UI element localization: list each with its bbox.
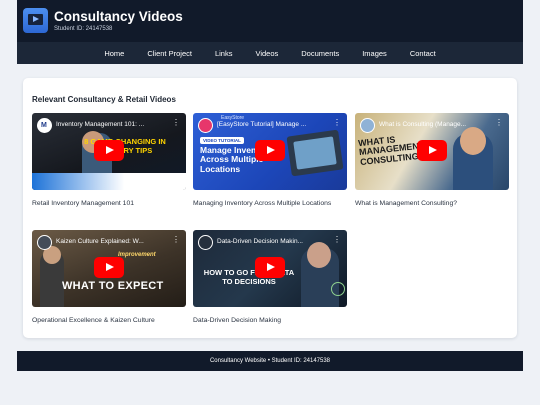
video-thumbnail[interactable]: What is Consulting (Manage... ⋮ WHAT IS …	[355, 113, 509, 190]
play-button-icon[interactable]	[255, 140, 285, 161]
play-button-icon[interactable]	[417, 140, 447, 161]
video-item: EasyStore [EasyStore Tutorial] Manage ..…	[193, 113, 347, 208]
video-caption: Data-Driven Decision Making	[193, 317, 282, 324]
video-thumbnail[interactable]: Data-Driven Decision Makin... ⋮ HOW TO G…	[193, 230, 347, 307]
site-title: Consultancy Videos	[54, 9, 183, 24]
channel-avatar	[360, 118, 375, 133]
video-thumbnail[interactable]: Kaizen Culture Explained: W... ⋮ Improve…	[32, 230, 186, 307]
thumbnail-overlay-subtext: Improvement	[118, 252, 156, 258]
video-caption: Operational Excellence & Kaizen Culture	[32, 317, 155, 324]
thumbnail-overlay-text: 8 GAME-CHANGING IN VENTORY TIPS	[84, 137, 166, 155]
play-button-icon[interactable]	[255, 257, 285, 278]
more-options-icon[interactable]: ⋮	[333, 119, 341, 127]
thumbnail-title: Inventory Management 101: ...	[56, 121, 145, 128]
more-options-icon[interactable]: ⋮	[172, 236, 180, 244]
site-footer: Consultancy Website • Student ID: 241475…	[17, 351, 523, 371]
channel-avatar	[37, 235, 52, 250]
site-header: Consultancy Videos Student ID: 24147538	[17, 0, 523, 42]
nav-videos[interactable]: Videos	[244, 49, 290, 58]
more-options-icon[interactable]: ⋮	[172, 119, 180, 127]
video-tutorial-badge: VIDEO TUTORIAL	[200, 137, 244, 144]
thumbnail-title: [EasyStore Tutorial] Manage ...	[217, 121, 307, 128]
video-item: M Inventory Management 101: ... ⋮ 8 GAME…	[32, 113, 186, 208]
nav-links[interactable]: Links	[203, 49, 244, 58]
video-caption: Managing Inventory Across Multiple Locat…	[193, 200, 332, 207]
video-caption: Retail Inventory Management 101	[32, 200, 135, 207]
video-item: Data-Driven Decision Makin... ⋮ HOW TO G…	[193, 230, 347, 325]
student-id: Student ID: 24147538	[54, 26, 113, 32]
thumbnail-overlay-text: WHAT TO EXPECT	[62, 280, 164, 292]
channel-avatar	[198, 235, 213, 250]
nav-documents[interactable]: Documents	[290, 49, 351, 58]
channel-avatar	[198, 118, 213, 133]
video-item: What is Consulting (Manage... ⋮ WHAT IS …	[355, 113, 509, 208]
video-thumbnail[interactable]: M Inventory Management 101: ... ⋮ 8 GAME…	[32, 113, 186, 190]
videos-card: Relevant Consultancy & Retail Videos M I…	[23, 78, 517, 338]
video-item: Kaizen Culture Explained: W... ⋮ Improve…	[32, 230, 186, 325]
more-options-icon[interactable]: ⋮	[333, 236, 341, 244]
footer-text: Consultancy Website • Student ID: 241475…	[209, 358, 331, 364]
play-button-icon[interactable]	[94, 257, 124, 278]
nav-home[interactable]: Home	[93, 49, 136, 58]
video-player-icon	[23, 8, 48, 33]
thumbnail-title: Kaizen Culture Explained: W...	[56, 238, 144, 245]
video-caption: What is Management Consulting?	[355, 200, 458, 207]
main-nav: Home Client Project Links Videos Documen…	[17, 42, 523, 64]
play-button-icon[interactable]	[94, 140, 124, 161]
section-title: Relevant Consultancy & Retail Videos	[32, 95, 176, 104]
thumbnail-title: What is Consulting (Manage...	[379, 121, 467, 128]
video-thumbnail[interactable]: EasyStore [EasyStore Tutorial] Manage ..…	[193, 113, 347, 190]
channel-avatar: M	[37, 118, 52, 133]
nav-client-project[interactable]: Client Project	[136, 49, 204, 58]
thumbnail-title: Data-Driven Decision Makin...	[217, 238, 303, 245]
nav-images[interactable]: Images	[351, 49, 399, 58]
nav-contact[interactable]: Contact	[398, 49, 447, 58]
more-options-icon[interactable]: ⋮	[495, 119, 503, 127]
